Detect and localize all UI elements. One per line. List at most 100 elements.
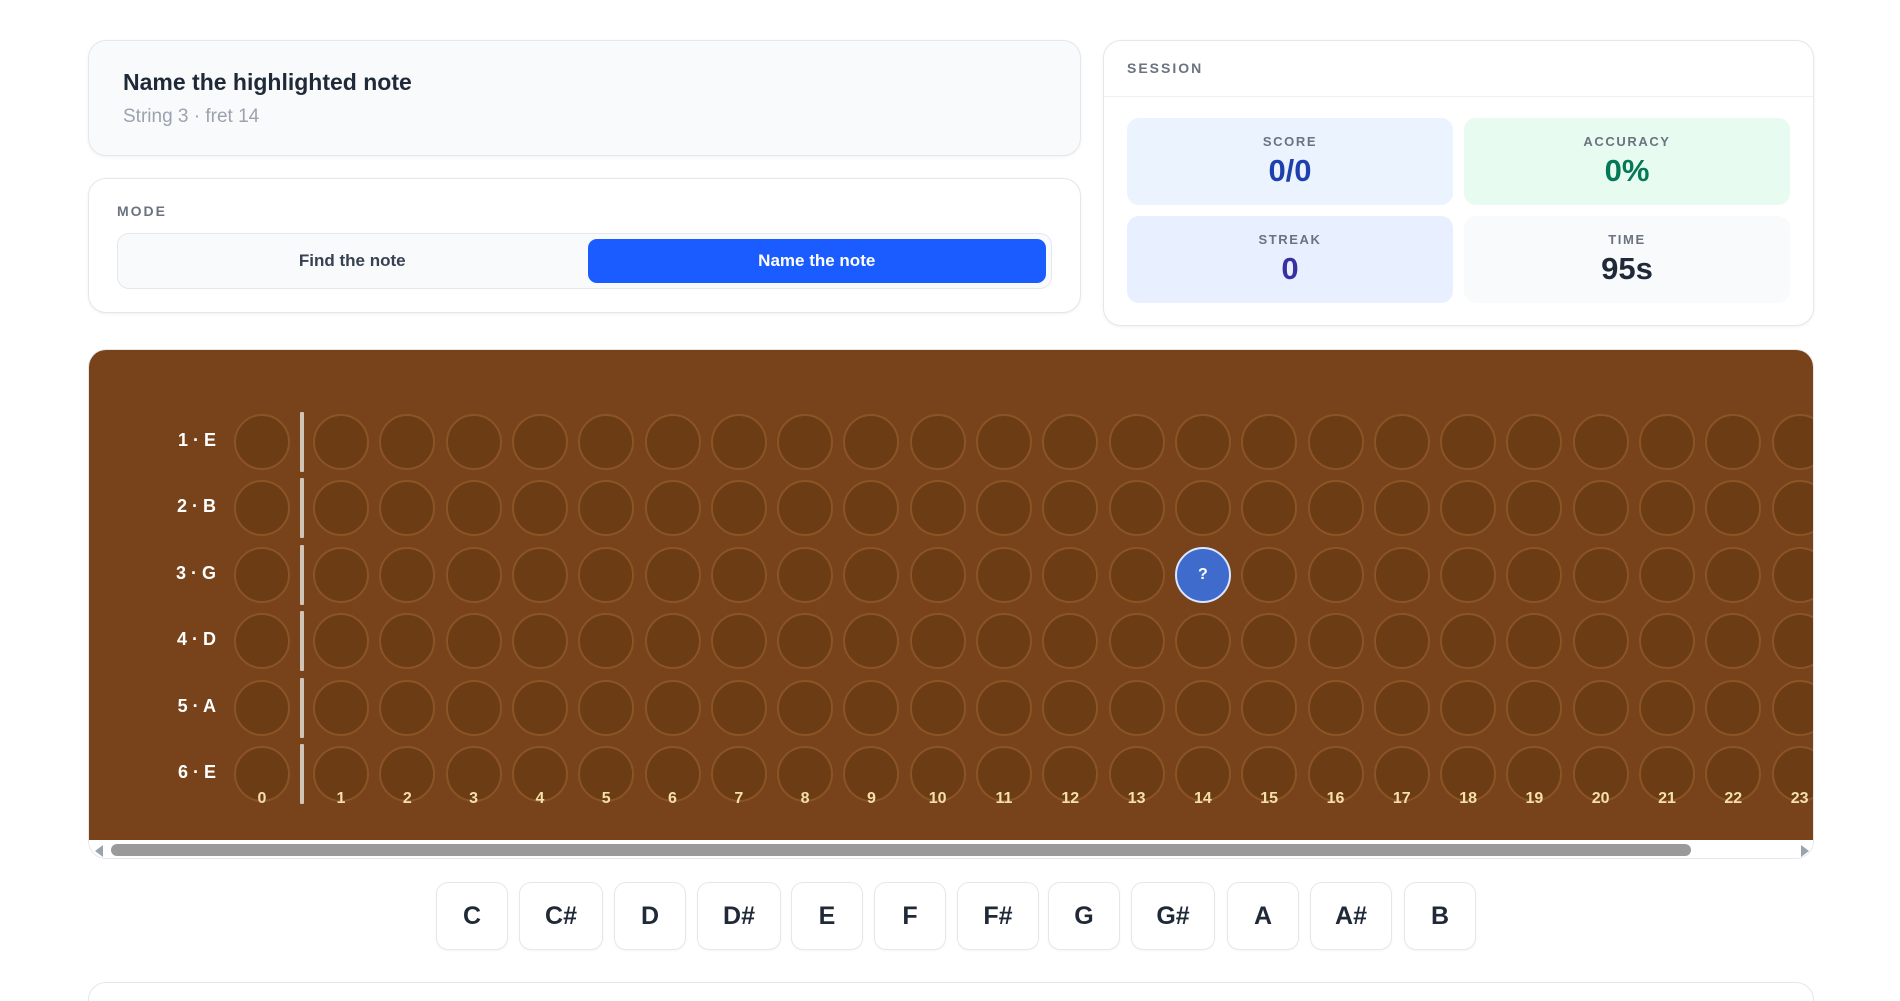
note-button[interactable]: G <box>1048 882 1120 950</box>
fret-cell[interactable] <box>644 414 701 470</box>
fret-cell[interactable] <box>1307 680 1364 736</box>
fret-cell[interactable] <box>843 680 900 736</box>
fret-cell[interactable] <box>1572 480 1629 536</box>
fret-cell[interactable] <box>710 613 767 669</box>
highlighted-fret-cell[interactable]: ? <box>1174 547 1231 603</box>
fret-cell[interactable] <box>1440 480 1497 536</box>
fret-cell[interactable] <box>843 547 900 603</box>
fret-cell[interactable] <box>445 613 502 669</box>
fret-cell[interactable] <box>976 480 1032 536</box>
fret-cell[interactable] <box>1705 613 1762 669</box>
fret-cell[interactable] <box>1705 414 1762 470</box>
fret-cell[interactable] <box>1108 613 1165 669</box>
fret-cell[interactable] <box>1572 414 1629 470</box>
fret-cell[interactable] <box>1440 547 1497 603</box>
fret-cell[interactable] <box>843 414 900 470</box>
fret-cell[interactable] <box>445 680 502 736</box>
scrollbar-thumb[interactable] <box>111 844 1691 856</box>
fret-cell[interactable] <box>1572 613 1629 669</box>
fret-cell[interactable] <box>1042 414 1099 470</box>
fret-cell[interactable] <box>710 480 767 536</box>
fret-cell[interactable] <box>1373 414 1430 470</box>
fret-cell[interactable] <box>1108 680 1165 736</box>
fret-cell[interactable] <box>909 613 966 669</box>
fret-cell[interactable] <box>379 414 436 470</box>
fret-cell[interactable] <box>1572 680 1629 736</box>
note-button[interactable]: F <box>874 882 946 950</box>
fret-cell[interactable] <box>1373 680 1430 736</box>
note-button[interactable]: A <box>1227 882 1299 950</box>
fret-cell[interactable] <box>843 480 900 536</box>
fret-cell[interactable] <box>1042 680 1099 736</box>
fret-cell[interactable] <box>1373 547 1430 603</box>
fret-cell[interactable] <box>578 480 635 536</box>
fret-cell[interactable] <box>1639 680 1695 736</box>
note-button[interactable]: A# <box>1310 882 1392 950</box>
note-button[interactable]: B <box>1404 882 1476 950</box>
fret-cell[interactable] <box>1771 414 1813 470</box>
fret-cell[interactable] <box>1174 414 1231 470</box>
scroll-right-arrow-icon[interactable] <box>1801 845 1809 857</box>
fret-cell[interactable] <box>644 480 701 536</box>
fret-cell[interactable] <box>909 414 966 470</box>
fret-cell[interactable] <box>777 613 834 669</box>
fret-cell[interactable] <box>777 547 834 603</box>
fret-cell[interactable] <box>578 613 635 669</box>
fret-cell[interactable] <box>1307 613 1364 669</box>
fret-cell[interactable] <box>379 613 436 669</box>
fret-cell[interactable] <box>1705 680 1762 736</box>
fret-cell[interactable] <box>1174 680 1231 736</box>
fret-cell[interactable] <box>644 547 701 603</box>
fret-cell[interactable] <box>976 414 1032 470</box>
note-button[interactable]: C <box>436 882 508 950</box>
fret-cell[interactable] <box>710 414 767 470</box>
note-button[interactable]: F# <box>957 882 1039 950</box>
fret-cell[interactable] <box>1506 613 1563 669</box>
fret-cell[interactable] <box>313 547 369 603</box>
fret-cell[interactable] <box>379 680 436 736</box>
fret-cell[interactable] <box>511 480 568 536</box>
fret-cell[interactable] <box>1174 613 1231 669</box>
fret-cell[interactable] <box>976 680 1032 736</box>
horizontal-scrollbar[interactable] <box>89 840 1813 858</box>
fret-cell[interactable] <box>1373 613 1430 669</box>
fret-cell[interactable] <box>511 414 568 470</box>
fret-cell[interactable] <box>710 547 767 603</box>
fret-cell[interactable] <box>1174 480 1231 536</box>
fret-cell[interactable] <box>234 547 290 603</box>
fret-cell[interactable] <box>1440 613 1497 669</box>
fret-cell[interactable] <box>976 613 1032 669</box>
fret-cell[interactable] <box>1042 613 1099 669</box>
fret-cell[interactable] <box>1241 547 1298 603</box>
fret-cell[interactable] <box>1440 680 1497 736</box>
fret-cell[interactable] <box>578 414 635 470</box>
fret-cell[interactable] <box>445 547 502 603</box>
fret-cell[interactable] <box>1042 547 1099 603</box>
fret-cell[interactable] <box>644 680 701 736</box>
fret-cell[interactable] <box>1572 547 1629 603</box>
note-button[interactable]: C# <box>519 882 603 950</box>
fret-cell[interactable] <box>1307 480 1364 536</box>
fret-cell[interactable] <box>234 613 290 669</box>
fret-cell[interactable] <box>379 547 436 603</box>
fret-cell[interactable] <box>1771 680 1813 736</box>
fret-cell[interactable] <box>511 680 568 736</box>
fret-cell[interactable] <box>1373 480 1430 536</box>
fret-cell[interactable] <box>1506 547 1563 603</box>
fret-cell[interactable] <box>511 547 568 603</box>
fret-cell[interactable] <box>234 480 290 536</box>
fret-cell[interactable] <box>313 414 369 470</box>
fret-cell[interactable] <box>1108 547 1165 603</box>
fret-cell[interactable] <box>777 480 834 536</box>
fret-cell[interactable] <box>1771 547 1813 603</box>
fret-cell[interactable] <box>1705 480 1762 536</box>
fret-cell[interactable] <box>1042 480 1099 536</box>
fret-cell[interactable] <box>1639 613 1695 669</box>
fret-cell[interactable] <box>1307 547 1364 603</box>
fret-cell[interactable] <box>1705 547 1762 603</box>
fret-cell[interactable] <box>1771 613 1813 669</box>
fret-cell[interactable] <box>1241 414 1298 470</box>
fret-cell[interactable] <box>1108 480 1165 536</box>
fret-cell[interactable] <box>777 414 834 470</box>
fret-cell[interactable] <box>976 547 1032 603</box>
